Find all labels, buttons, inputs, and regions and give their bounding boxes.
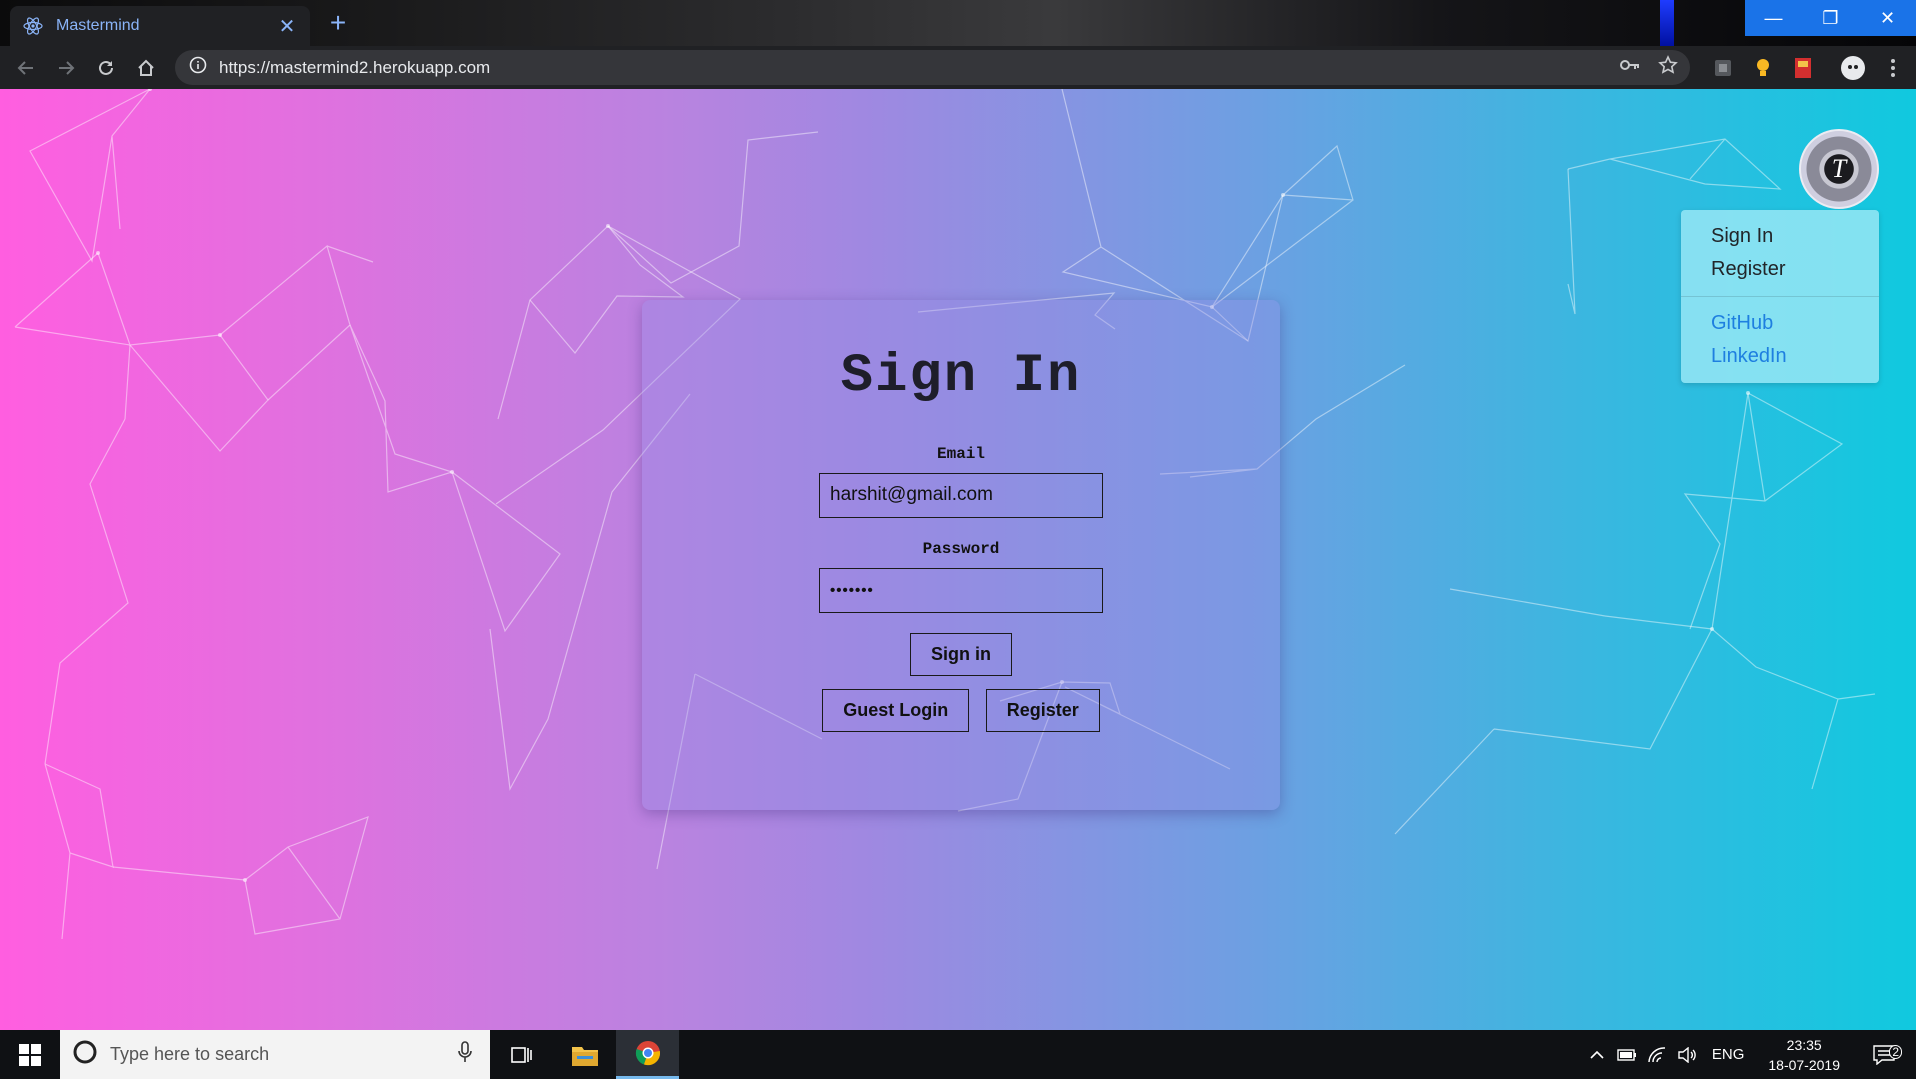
extension-area: [1710, 46, 1906, 89]
notification-count: 2: [1889, 1044, 1902, 1059]
email-label: Email: [936, 445, 985, 463]
cortana-icon: [72, 1039, 98, 1070]
windows-taskbar: Type here to search ENG 23:35 18-07-2019: [0, 1030, 1916, 1079]
windows-start-icon[interactable]: [0, 1030, 60, 1079]
avatar-letter: T: [1831, 154, 1847, 183]
clock-time: 23:35: [1786, 1036, 1822, 1053]
microphone-icon[interactable]: [458, 1041, 472, 1068]
chrome-taskbar-icon[interactable]: [616, 1030, 679, 1079]
restore-button[interactable]: ❐: [1802, 0, 1859, 36]
notification-center-icon[interactable]: 2: [1862, 1044, 1906, 1065]
info-icon[interactable]: [189, 56, 207, 79]
menu-kebab-icon[interactable]: [1880, 55, 1906, 81]
system-tray: ENG 23:35 18-07-2019 2: [1582, 1030, 1916, 1079]
menu-divider: [1681, 296, 1879, 297]
browser-toolbar: https://mastermind2.herokuapp.com: [0, 46, 1916, 89]
signin-button[interactable]: Sign in: [910, 633, 1012, 676]
browser-tab[interactable]: Mastermind ✕: [10, 6, 310, 46]
minimize-button[interactable]: —: [1745, 0, 1802, 36]
extension-icon[interactable]: [1710, 55, 1736, 81]
bookmark-star-icon[interactable]: [1658, 55, 1678, 80]
lightbulb-extension-icon[interactable]: [1750, 55, 1776, 81]
battery-icon[interactable]: [1612, 1048, 1642, 1061]
browser-titlebar: Mastermind ✕ + — ❐ ✕: [0, 0, 1916, 46]
page-title: Sign In: [840, 346, 1082, 407]
guest-login-button[interactable]: Guest Login: [822, 689, 970, 732]
email-field[interactable]: harshit@gmail.com: [819, 473, 1103, 518]
new-tab-button[interactable]: +: [322, 6, 354, 40]
password-value: •••••••: [830, 582, 874, 599]
password-field[interactable]: •••••••: [819, 568, 1103, 613]
tray-chevron-up-icon[interactable]: [1582, 1050, 1612, 1060]
key-icon[interactable]: [1620, 58, 1640, 77]
window-controls: — ❐ ✕: [1745, 0, 1916, 36]
language-indicator[interactable]: ENG: [1712, 1046, 1745, 1063]
address-bar[interactable]: https://mastermind2.herokuapp.com: [175, 50, 1690, 85]
clock-date: 18-07-2019: [1768, 1056, 1840, 1073]
react-icon: [22, 15, 44, 37]
signin-card: Sign In Email harshit@gmail.com Password…: [642, 300, 1280, 810]
tab-close-icon[interactable]: ✕: [276, 14, 298, 39]
close-window-button[interactable]: ✕: [1859, 0, 1916, 36]
menu-item-register[interactable]: Register: [1681, 253, 1879, 286]
home-icon[interactable]: [126, 48, 166, 88]
forward-icon[interactable]: [46, 48, 86, 88]
page-viewport: Sign In Email harshit@gmail.com Password…: [0, 89, 1916, 1030]
taskbar-clock[interactable]: 23:35 18-07-2019: [1768, 1035, 1840, 1075]
back-icon[interactable]: [6, 48, 46, 88]
email-value: harshit@gmail.com: [830, 484, 993, 505]
wifi-icon[interactable]: [1642, 1046, 1672, 1063]
background-glow: [1660, 0, 1674, 46]
menu-link-github[interactable]: GitHub: [1681, 307, 1879, 340]
menu-item-sign-in[interactable]: Sign In: [1681, 220, 1879, 253]
url-text[interactable]: https://mastermind2.herokuapp.com: [219, 58, 490, 78]
password-label: Password: [922, 540, 1000, 558]
task-view-icon[interactable]: [490, 1030, 553, 1079]
tab-title: Mastermind: [56, 17, 140, 34]
bookmark-extension-icon[interactable]: [1790, 55, 1816, 81]
taskbar-search-input[interactable]: Type here to search: [60, 1030, 490, 1079]
volume-icon[interactable]: [1672, 1046, 1702, 1063]
file-explorer-icon[interactable]: [553, 1030, 616, 1079]
account-dropdown-menu: Sign In Register GitHub LinkedIn: [1681, 210, 1879, 383]
reload-icon[interactable]: [86, 48, 126, 88]
profile-icon[interactable]: [1840, 55, 1866, 81]
menu-link-linkedin[interactable]: LinkedIn: [1681, 340, 1879, 373]
register-button[interactable]: Register: [985, 689, 1100, 732]
avatar[interactable]: T: [1799, 129, 1879, 209]
search-placeholder: Type here to search: [110, 1044, 270, 1064]
